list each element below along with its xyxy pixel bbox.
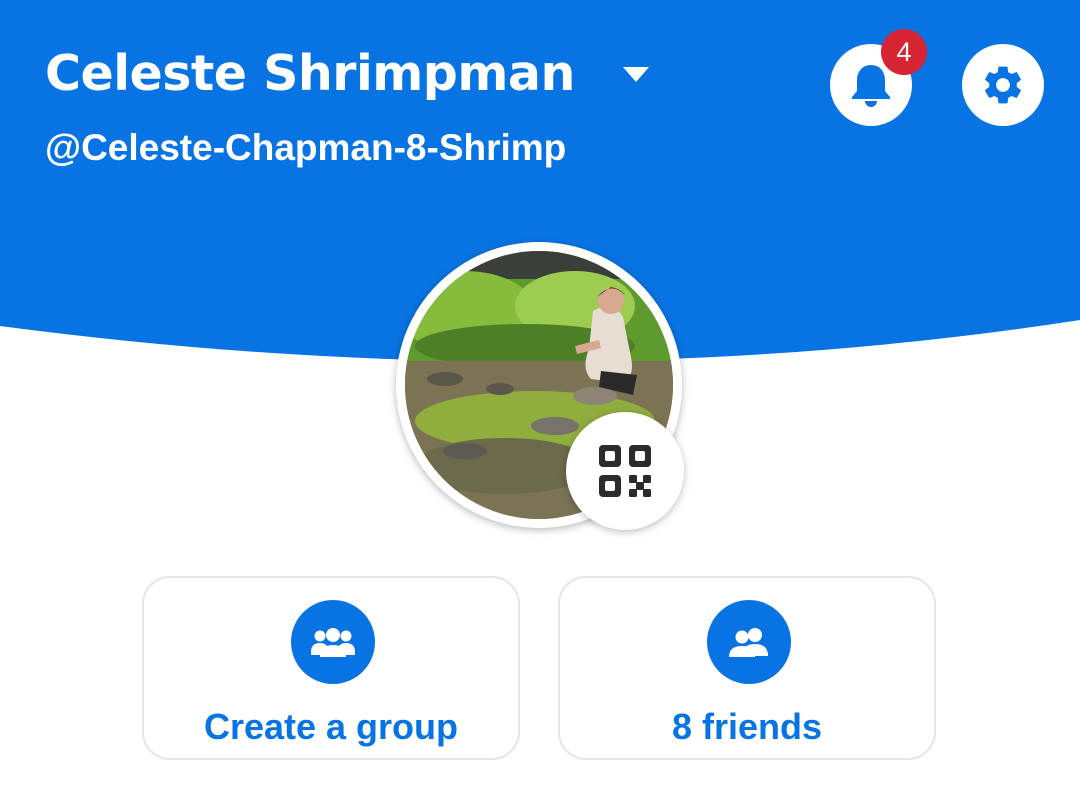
- create-group-label: Create a group: [203, 706, 459, 747]
- qr-code-icon: [599, 445, 651, 497]
- qr-code-button[interactable]: [566, 412, 684, 530]
- friends-card[interactable]: 8 friends: [558, 576, 936, 760]
- user-handle: @Celeste-Chapman-8-Shrimp: [45, 127, 567, 168]
- account-switcher[interactable]: Celeste Shrimpman: [45, 44, 649, 104]
- notification-count-badge: 4: [881, 29, 927, 75]
- friends-count-label: 8 friends: [671, 706, 823, 747]
- bell-icon: [852, 65, 890, 107]
- friends-icon: [707, 600, 791, 684]
- settings-button[interactable]: [962, 44, 1044, 126]
- user-name: Celeste Shrimpman: [45, 45, 575, 102]
- caret-down-icon[interactable]: [622, 66, 649, 82]
- create-group-card[interactable]: Create a group: [142, 576, 520, 760]
- group-add-icon: [291, 600, 375, 684]
- gear-icon: [985, 66, 1021, 104]
